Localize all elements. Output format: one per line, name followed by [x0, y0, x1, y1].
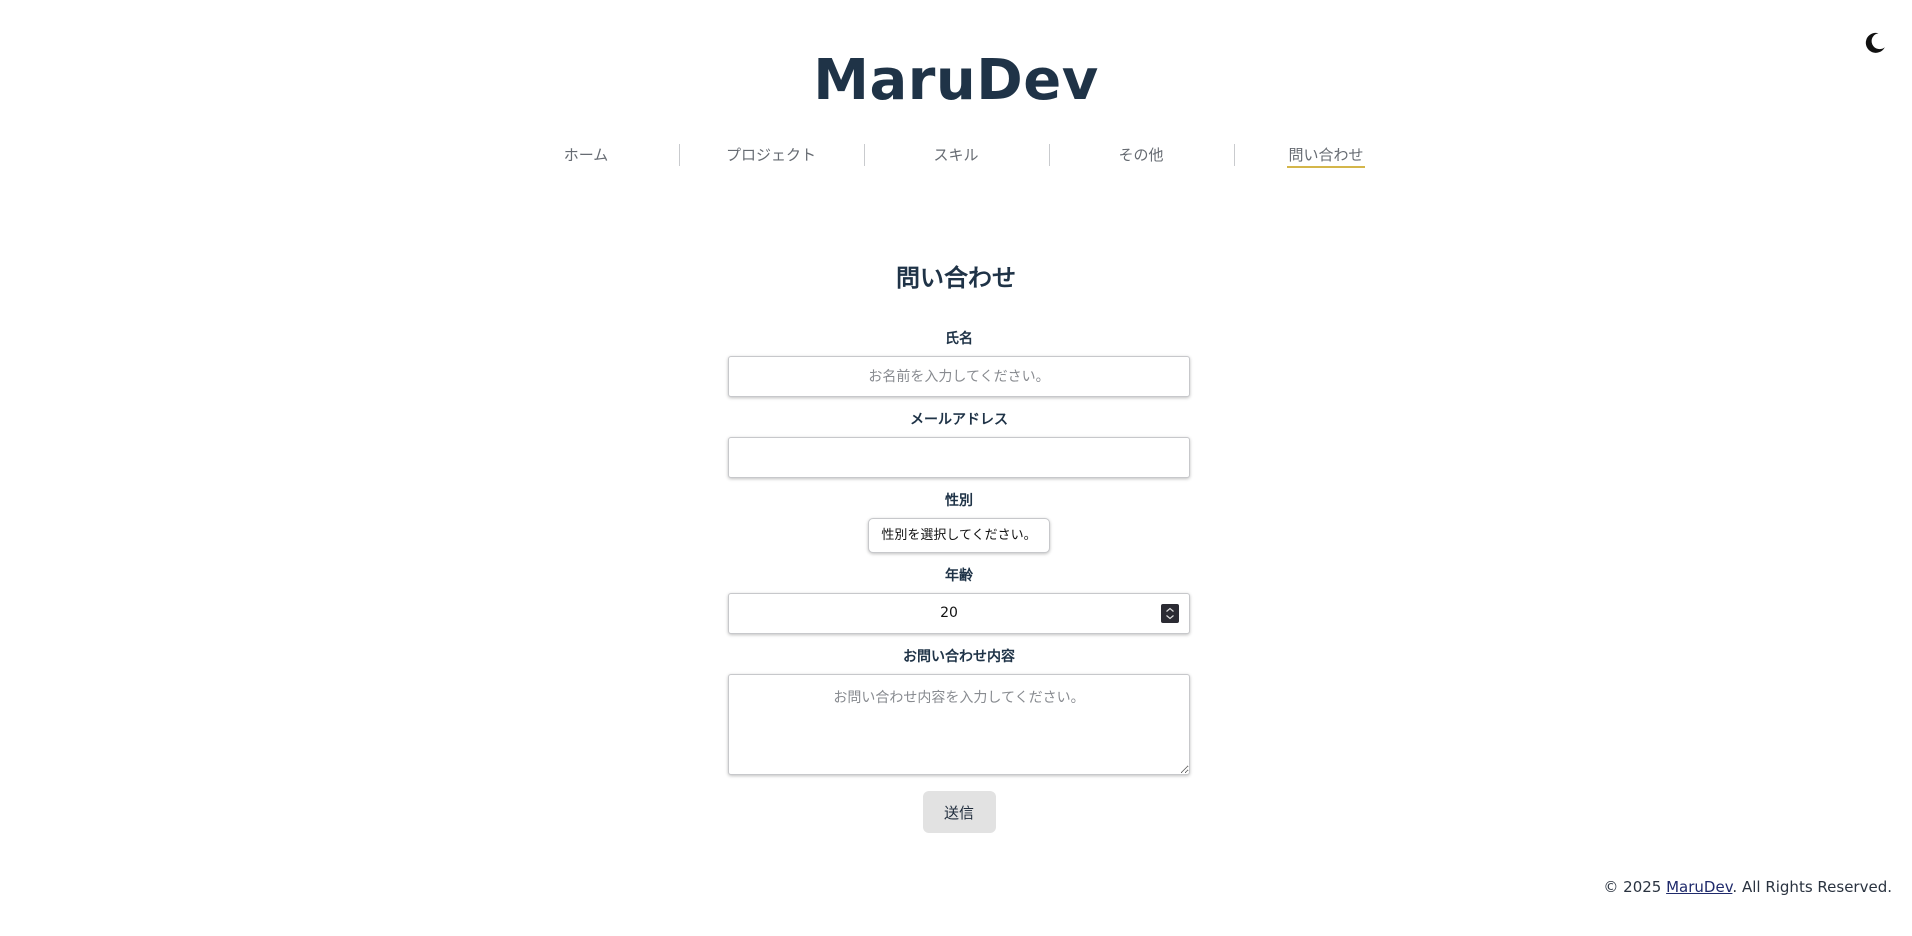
submit-button[interactable]: 送信	[922, 791, 996, 833]
contact-form: 氏名 メールアドレス 性別 性別を選択してください。 年齢 20 お問い合わせ内…	[728, 330, 1190, 833]
message-field[interactable]	[728, 674, 1190, 775]
age-label: 年齢	[945, 568, 973, 584]
nav-item-label: その他	[1118, 146, 1164, 164]
email-field[interactable]	[728, 437, 1190, 478]
age-field[interactable]: 20	[728, 593, 1190, 634]
age-stepper[interactable]	[1161, 604, 1179, 623]
footer-prefix: © 2025	[1603, 878, 1667, 896]
page-title: 問い合わせ	[896, 264, 1016, 292]
name-field[interactable]	[728, 356, 1190, 397]
gender-select-value: 性別を選択してください。	[881, 528, 1037, 543]
nav-item-home[interactable]: ホーム	[494, 140, 679, 170]
nav-item-projects[interactable]: プロジェクト	[678, 140, 864, 170]
nav-item-contact[interactable]: 問い合わせ	[1233, 140, 1419, 170]
nav-item-label: ホーム	[563, 146, 609, 164]
age-value: 20	[940, 605, 958, 621]
name-label: 氏名	[945, 331, 973, 347]
footer-suffix: . All Rights Reserved.	[1732, 878, 1892, 896]
nav-item-other[interactable]: その他	[1048, 140, 1234, 170]
main-nav: ホーム プロジェクト スキル その他 問い合わせ	[0, 140, 1912, 170]
message-label: お問い合わせ内容	[903, 649, 1015, 665]
footer-link[interactable]: MaruDev	[1666, 878, 1732, 896]
site-title: MaruDev	[813, 48, 1099, 113]
nav-item-label: スキル	[933, 146, 979, 164]
nav-item-label: プロジェクト	[725, 146, 816, 164]
gender-label: 性別	[945, 493, 973, 509]
gender-select[interactable]: 性別を選択してください。	[868, 518, 1050, 553]
footer-copyright: © 2025 MaruDev. All Rights Reserved.	[1603, 878, 1892, 896]
nav-item-skills[interactable]: スキル	[863, 140, 1049, 170]
email-label: メールアドレス	[910, 412, 1008, 428]
nav-item-label: 問い合わせ	[1287, 144, 1365, 168]
page: MaruDev ホーム プロジェクト スキル その他 問い合わせ 問い合わせ 氏…	[0, 0, 1912, 936]
